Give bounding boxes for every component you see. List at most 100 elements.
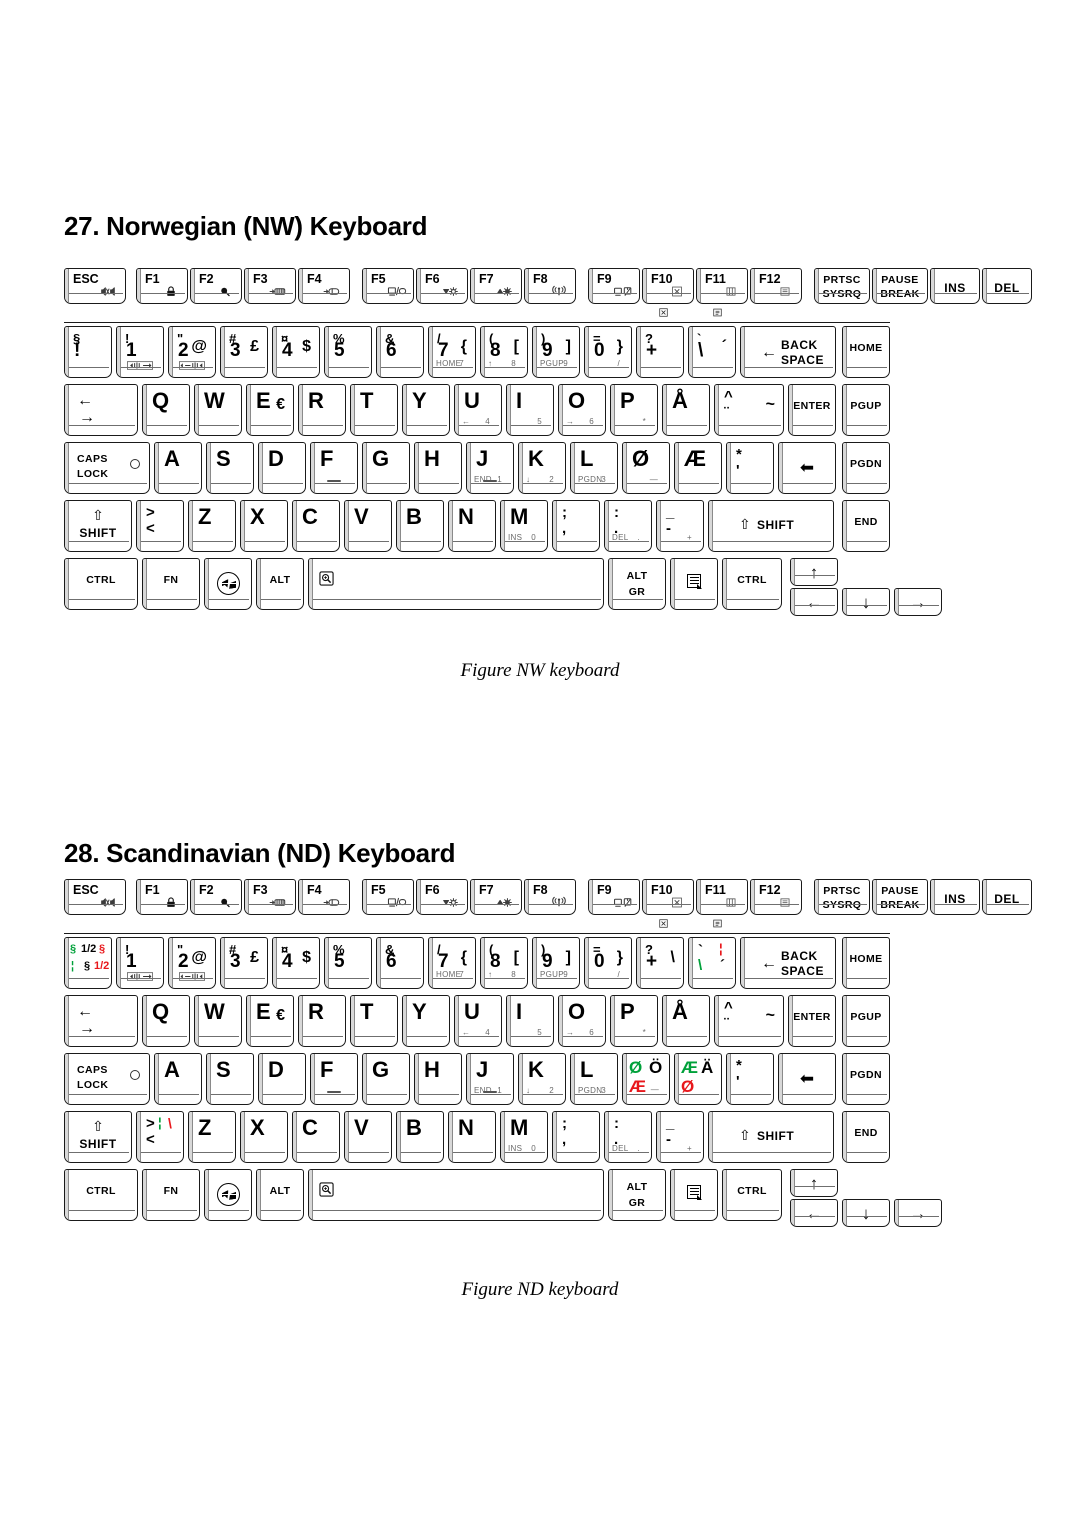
key-f6[interactable]: F6 [416,879,468,915]
alpha-key-o[interactable]: O → 6 [558,384,606,436]
alpha-key-q[interactable]: Q [142,995,190,1047]
bottom-key-key-6[interactable] [670,558,718,610]
num-key-0[interactable]: = 0} / [584,326,632,378]
bottom-key-key-4[interactable] [308,1169,604,1221]
alpha-key-tab[interactable]: ← → [64,995,138,1047]
home-key-[interactable]: Ø — [622,442,670,494]
num-key-[interactable]: ` ¦ \ ´ [688,937,736,989]
alpha-key-w[interactable]: W [194,384,242,436]
shift-key-v[interactable]: V [344,500,392,552]
bottom-key-key-2[interactable] [204,558,252,610]
num-key-2[interactable]: " 2 @ [168,937,216,989]
home-key-j[interactable]: JEND1 [466,1053,514,1105]
home-key-key-11[interactable]: ÆÄØ [674,1053,722,1105]
num-key-8[interactable]: (8[↑ 8 [480,326,528,378]
shift-key-z[interactable]: Z [188,1111,236,1163]
shift-key-z[interactable]: Z [188,500,236,552]
key-f2[interactable]: F2 [190,879,242,915]
key-f9[interactable]: F9 [588,268,640,304]
arrow-key-key-2[interactable]: → [894,1199,942,1227]
bottom-key-ctrl[interactable]: CTRL [722,1169,782,1221]
key-f4[interactable]: F4 [298,268,350,304]
shift-key-c[interactable]: C [292,500,340,552]
alpha-key-pgup[interactable]: PGUP [842,995,890,1047]
key-f7[interactable]: F7 [470,268,522,304]
alpha-key-tab[interactable]: ← → [64,384,138,436]
bottom-key-alt[interactable]: ALT GR [608,1169,666,1221]
alpha-key-r[interactable]: R [298,384,346,436]
shift-key-x[interactable]: X [240,500,288,552]
bottom-key-key-6[interactable] [670,1169,718,1221]
shift-key-[interactable]: _ - + [656,1111,704,1163]
home-key-enter[interactable]: ⬅ [778,1053,836,1105]
home-key-[interactable]: * ' [726,1053,774,1105]
key-f8[interactable]: F8 [524,268,576,304]
shift-key-end[interactable]: END [842,500,890,552]
num-key-6[interactable]: & 6 [376,326,424,378]
arrow-key-key-0[interactable]: ← [790,1199,838,1227]
bottom-key-alt[interactable]: ALT [256,1169,304,1221]
key-prtsc[interactable]: PRTSC SYSRQ [814,268,870,304]
num-key-0[interactable]: = 0} / [584,937,632,989]
key-ins[interactable]: INS [930,879,980,915]
key-f2[interactable]: F2 [190,268,242,304]
home-key-a[interactable]: A [154,442,202,494]
num-key-[interactable]: ? + [636,326,684,378]
alpha-key-r[interactable]: R [298,995,346,1047]
key-pause[interactable]: PAUSE BREAK [872,879,928,915]
bottom-key-fn[interactable]: FN [142,558,200,610]
bottom-key-ctrl[interactable]: CTRL [722,558,782,610]
home-key-[interactable]: Æ [674,442,722,494]
key-f5[interactable]: F5 [362,268,414,304]
alpha-key-w[interactable]: W [194,995,242,1047]
key-f11[interactable]: F11 [696,879,748,915]
shift-key-[interactable]: > < [136,500,184,552]
key-f11[interactable]: F11 [696,268,748,304]
home-key-pgdn[interactable]: PGDN [842,1053,890,1105]
shift-key-m[interactable]: M INS 0 [500,500,548,552]
shift-key-[interactable]: _ - + [656,500,704,552]
alpha-key-i[interactable]: I5 [506,995,554,1047]
num-key-4[interactable]: ¤ 4 $ [272,937,320,989]
num-key-2[interactable]: " 2 @ [168,326,216,378]
key-f1[interactable]: F1 [136,268,188,304]
shift-key-c[interactable]: C [292,1111,340,1163]
num-key-9[interactable]: ) 9] PGUP 9 [532,326,580,378]
bottom-key-fn[interactable]: FN [142,1169,200,1221]
shift-key-n[interactable]: N [448,1111,496,1163]
num-key-home[interactable]: HOME [842,937,890,989]
alpha-key-[interactable]: ^ ¨ ~ [714,995,784,1047]
bottom-key-ctrl[interactable]: CTRL [64,558,138,610]
alpha-key-y[interactable]: Y [402,384,450,436]
key-f10[interactable]: F10 [642,268,694,304]
arrow-key-key-0[interactable]: ← [790,588,838,616]
key-f12[interactable]: F12 [750,268,802,304]
home-key-a[interactable]: A [154,1053,202,1105]
key-del[interactable]: DEL [982,879,1032,915]
home-key-d[interactable]: D [258,1053,306,1105]
num-key-1[interactable]: ! 1 [116,937,164,989]
key-f3[interactable]: F3 [244,268,296,304]
shift-key-shift[interactable]: ⇧ SHIFT [64,1111,132,1163]
home-key-caps-lock[interactable]: CAPS LOCK [64,1053,150,1105]
alpha-key-[interactable]: Å [662,384,710,436]
num-key-[interactable]: ? + \ [636,937,684,989]
home-key-d[interactable]: D [258,442,306,494]
bottom-key-alt[interactable]: ALT [256,558,304,610]
shift-key-b[interactable]: B [396,500,444,552]
key-f8[interactable]: F8 [524,879,576,915]
alpha-key-t[interactable]: T [350,995,398,1047]
key-f12[interactable]: F12 [750,879,802,915]
alpha-key-u[interactable]: U ← 4 [454,384,502,436]
key-f5[interactable]: F5 [362,879,414,915]
home-key-h[interactable]: H [414,442,462,494]
num-key-3[interactable]: #3 £ [220,326,268,378]
alpha-key-e[interactable]: E € [246,995,294,1047]
num-key-[interactable]: ` \ ´ [688,326,736,378]
num-key-6[interactable]: & 6 [376,937,424,989]
key-f3[interactable]: F3 [244,879,296,915]
bottom-key-alt[interactable]: ALT GR [608,558,666,610]
shift-key-[interactable]: ;, [552,500,600,552]
num-key-4[interactable]: ¤ 4 $ [272,326,320,378]
key-ins[interactable]: INS [930,268,980,304]
